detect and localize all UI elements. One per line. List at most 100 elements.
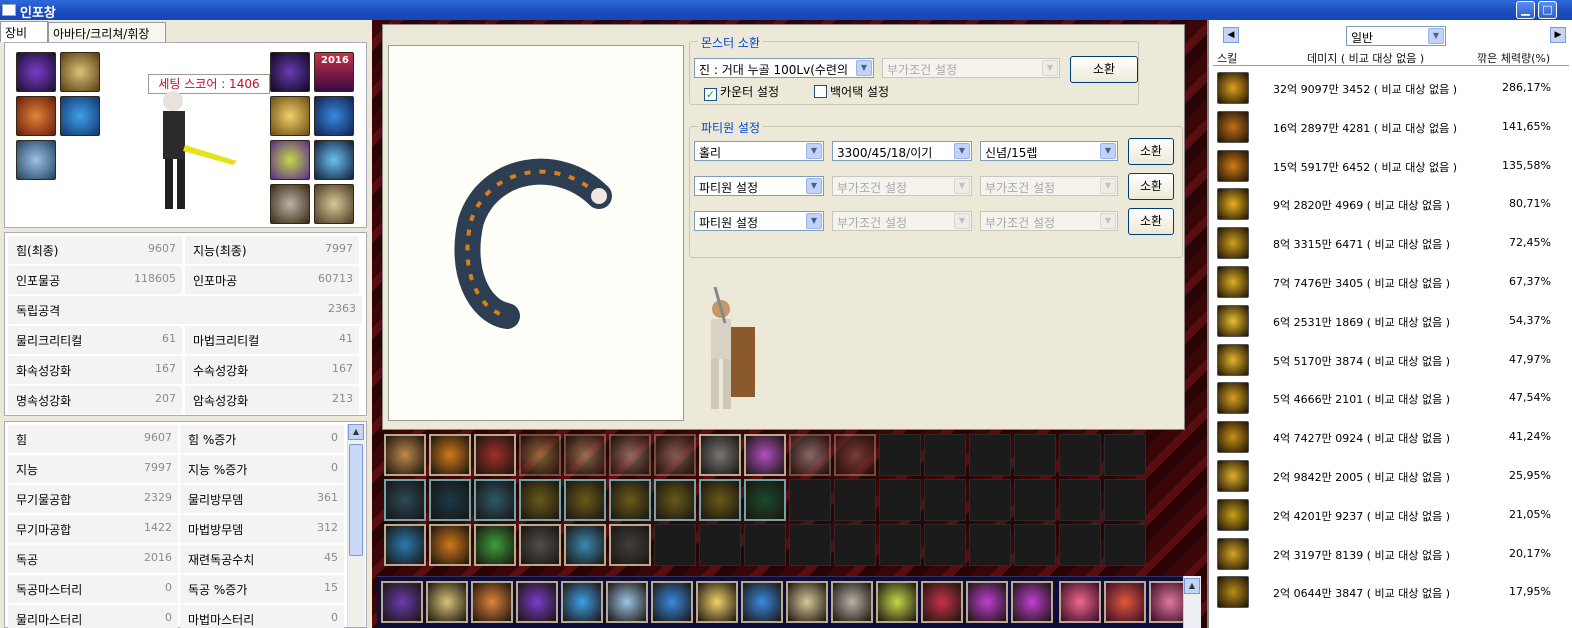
quick-item-slot[interactable] <box>651 581 693 623</box>
equip-slot-pants[interactable] <box>270 140 310 180</box>
skill-slot[interactable] <box>384 434 426 476</box>
skill-slot[interactable] <box>609 479 651 521</box>
empty-slot <box>1014 524 1056 566</box>
equip-slot-weapon[interactable] <box>16 140 56 180</box>
equip-slot-top[interactable] <box>16 96 56 136</box>
stat-value: 45 <box>324 551 338 564</box>
party-summon-button[interactable]: 소환 <box>1128 208 1174 235</box>
quick-item-slot[interactable] <box>516 581 558 623</box>
equip-slot-shoulder[interactable] <box>270 96 310 136</box>
skill-slot[interactable] <box>609 434 651 476</box>
equip-slot-weapon-avatar[interactable] <box>270 52 310 92</box>
monster-summon-button[interactable]: 소환 <box>1070 56 1138 83</box>
equip-slot-necklace[interactable] <box>314 96 354 136</box>
skill-slot[interactable] <box>654 479 696 521</box>
quick-item-slot[interactable] <box>426 581 468 623</box>
quick-item-slot[interactable] <box>786 581 828 623</box>
equip-slot-belt[interactable] <box>60 96 100 136</box>
stat-label: 재련독공수치 <box>188 553 255 567</box>
skill-hp-percent: 54,37% <box>1509 313 1551 327</box>
stat-label: 힘 <box>16 433 28 447</box>
stat-value: 361 <box>317 491 338 504</box>
chevron-down-icon: ▼ <box>1100 213 1116 229</box>
skill-slot[interactable] <box>474 434 516 476</box>
minimize-icon[interactable]: ▁ <box>1516 1 1535 19</box>
maximize-icon[interactable]: □ <box>1538 1 1557 19</box>
quick-item-slot[interactable] <box>876 581 918 623</box>
tab-equipment[interactable]: 장비 <box>0 21 48 42</box>
skill-slot[interactable] <box>429 479 471 521</box>
party-select[interactable]: 신념/15렙 ▼ <box>980 141 1118 161</box>
equip-slot-ring[interactable] <box>270 184 310 224</box>
skill-slot[interactable] <box>384 479 426 521</box>
detail-stats-panel: 힘 9607 힘 %증가 0 지능 7997 지능 %증가 0 무기물공합 2329 물리방무뎀 36… <box>4 421 367 628</box>
skill-slot[interactable] <box>474 479 516 521</box>
party-select[interactable]: 3300/45/18/이기 ▼ <box>832 141 972 161</box>
party-summon-button[interactable]: 소환 <box>1128 173 1174 200</box>
skill-damage: 2억 3197만 8139 ( 비교 대상 없음 ) <box>1273 548 1451 562</box>
skill-slot[interactable] <box>564 434 606 476</box>
quick-item-slot[interactable] <box>696 581 738 623</box>
empty-slot <box>1014 434 1056 476</box>
party-select[interactable]: 홀리 ▼ <box>694 141 824 161</box>
skill-slot[interactable] <box>834 434 876 476</box>
empty-slot <box>969 479 1011 521</box>
skill-slot[interactable] <box>699 479 741 521</box>
skill-slot[interactable] <box>519 479 561 521</box>
stat-value: 207 <box>155 392 176 405</box>
quick-item-slot[interactable] <box>606 581 648 623</box>
filter-select[interactable]: 일반 ▼ <box>1346 26 1446 46</box>
counter-checkbox[interactable]: ✓ 카운터 설정 <box>704 83 779 101</box>
chevron-down-icon: ▼ <box>954 213 970 229</box>
quick-bar-scrollbar[interactable]: ▲ <box>1183 576 1201 628</box>
skill-icon <box>1217 72 1249 104</box>
quick-item-slot[interactable] <box>741 581 783 623</box>
skill-slot[interactable] <box>744 434 786 476</box>
skill-slot[interactable] <box>564 524 606 566</box>
detail-stats-scrollbar[interactable]: ▲ <box>347 424 365 627</box>
scroll-up-icon[interactable]: ▲ <box>348 424 364 440</box>
quick-item-slot[interactable] <box>921 581 963 623</box>
skill-slot[interactable] <box>474 524 516 566</box>
equip-slot-hair[interactable] <box>60 52 100 92</box>
equip-slot-support[interactable] <box>314 184 354 224</box>
quick-item-slot[interactable] <box>831 581 873 623</box>
skill-slot[interactable] <box>699 434 741 476</box>
skill-slot[interactable] <box>789 434 831 476</box>
skill-slot[interactable] <box>654 434 696 476</box>
quick-item-slot[interactable] <box>1011 581 1053 623</box>
skill-slot[interactable] <box>744 479 786 521</box>
tab-avatar[interactable]: 아바타/크리쳐/휘장 <box>48 22 166 42</box>
skill-slot[interactable] <box>609 524 651 566</box>
equip-slot-title[interactable]: 2016 <box>314 52 354 92</box>
skill-slot[interactable] <box>384 524 426 566</box>
skill-slot[interactable] <box>519 434 561 476</box>
party-select[interactable]: 파티원 설정 ▼ <box>694 211 824 231</box>
equip-slot-bracelet[interactable] <box>314 140 354 180</box>
center-area: 몬스터 소환 진 : 거대 누골 100Lv(수련의 ▼ 부가조건 설정 ▼ 소… <box>372 20 1207 628</box>
skill-slot[interactable] <box>429 524 471 566</box>
skill-slot[interactable] <box>429 434 471 476</box>
party-select[interactable]: 파티원 설정 ▼ <box>694 176 824 196</box>
party-summon-button[interactable]: 소환 <box>1128 138 1174 165</box>
stat-cell: 마법크리티컬 41 <box>185 326 359 354</box>
quick-item-slot[interactable] <box>1104 581 1146 623</box>
empty-slot <box>834 524 876 566</box>
quick-item-slot[interactable] <box>381 581 423 623</box>
quick-item-slot[interactable] <box>966 581 1008 623</box>
quick-item-slot[interactable] <box>561 581 603 623</box>
empty-slot <box>924 524 966 566</box>
equip-slot-hat[interactable] <box>16 52 56 92</box>
skill-slot[interactable] <box>564 479 606 521</box>
quick-item-slot[interactable] <box>1059 581 1101 623</box>
quick-item-slot[interactable] <box>471 581 513 623</box>
prev-arrow-icon[interactable]: ◀ <box>1223 27 1239 43</box>
monster-select[interactable]: 진 : 거대 누골 100Lv(수련의 ▼ <box>694 58 874 78</box>
skill-damage: 8억 3315만 6471 ( 비교 대상 없음 ) <box>1273 238 1451 252</box>
scroll-thumb[interactable] <box>349 444 363 556</box>
party-member-sprite <box>711 287 755 409</box>
next-arrow-icon[interactable]: ▶ <box>1550 27 1566 43</box>
skill-slot[interactable] <box>519 524 561 566</box>
scroll-up-icon[interactable]: ▲ <box>1184 578 1200 594</box>
backattack-checkbox[interactable]: 백어택 설정 <box>814 83 889 100</box>
